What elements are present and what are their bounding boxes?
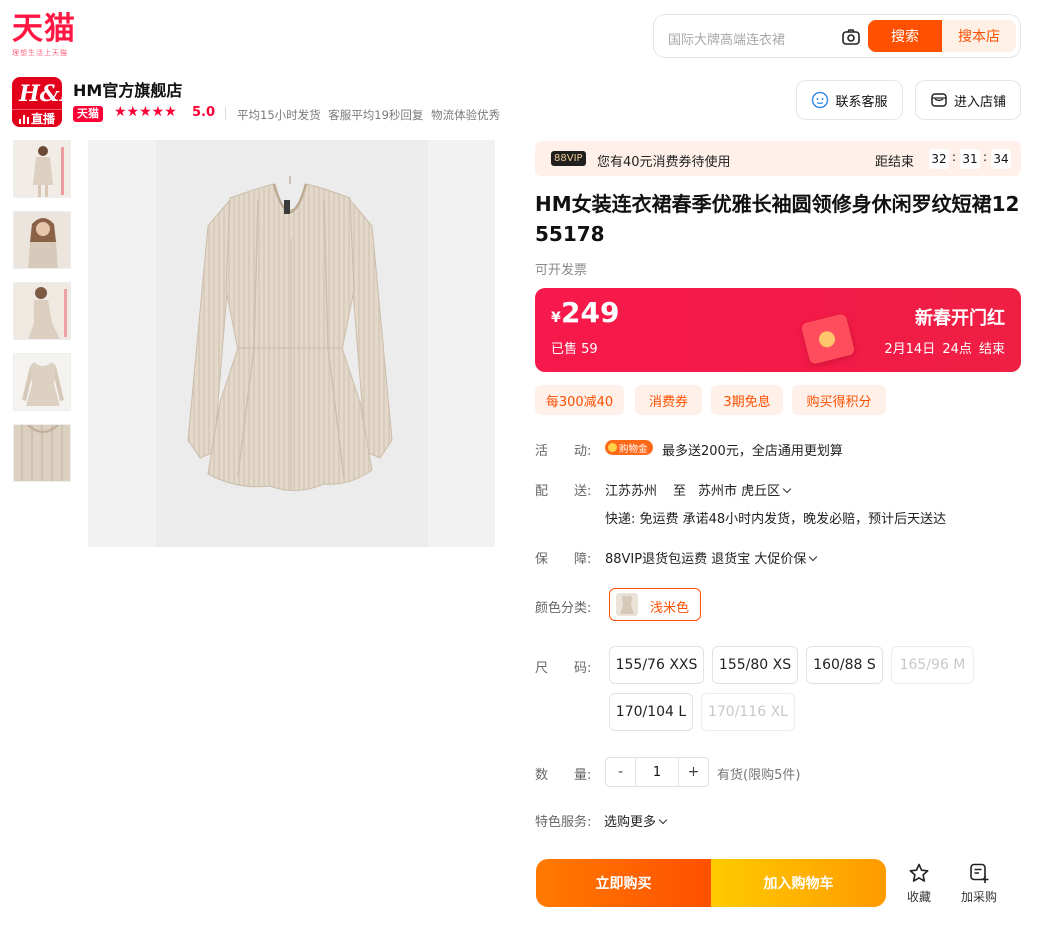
delivery-to: 苏州市 虎丘区 [698,484,781,499]
countdown-hours: 32 [929,149,949,169]
camera-icon[interactable] [841,27,861,47]
guarantee-text: 88VIP退货包运费 退货宝 大促价保 [605,552,807,567]
tmall-logo-text: 天猫 [12,11,76,47]
countdown-minutes: 31 [960,149,980,169]
special-service-selector[interactable]: 选购更多 [604,811,668,830]
shop-logo-text: H&M [19,81,62,107]
live-badge[interactable]: 直播 [12,109,62,127]
store-search-button[interactable]: 搜本店 [942,20,1016,52]
live-label: 直播 [30,112,55,126]
quantity-increase-button[interactable]: + [678,758,708,786]
coin-icon [608,443,617,452]
gift-money-label: 购物金 [619,443,648,455]
tmall-logo-slogan: 理想生活上天猫 [12,49,68,57]
size-label: 尺 码: [535,661,592,676]
special-service-label: 特色服务: [535,815,592,830]
quantity-stepper[interactable]: - 1 + [605,757,709,787]
gallery-thumbnail[interactable] [13,282,71,340]
shop-rating: 5.0 [192,105,216,120]
red-envelope-icon [800,313,856,365]
store-icon [931,93,947,107]
shop-name[interactable]: HM官方旗舰店 [73,77,182,101]
sold-count: 已售 59 [551,342,598,357]
delivery-to-word: 至 [673,484,687,499]
shop-stats: 平均15小时发货 客服平均19秒回复 物流体验优秀 [237,108,501,122]
color-option-label: 浅米色 [650,601,690,616]
activity-label: 活 动: [535,444,592,459]
chevron-down-icon [658,815,668,825]
color-label: 颜色分类: [535,601,592,616]
guarantee-label: 保 障: [535,552,592,567]
favorite-label: 收藏 [906,890,931,904]
search-input[interactable]: 国际大牌高端连衣裙 [668,29,785,48]
price-banner: ¥ 249 已售 59 新春开门红 2月14日 24点 结束 [535,288,1021,372]
vip-badge: 88VIP [551,151,586,166]
add-to-cart-button[interactable]: 加入购物车 [711,859,886,907]
size-option[interactable]: 155/80 XS [712,646,798,684]
activity-text: 最多送200元，全店通用更划算 [662,444,843,459]
price-currency: ¥ [551,310,561,326]
delivery-label: 配 送: [535,484,592,499]
add-purchase-label: 加采购 [960,890,997,904]
stock-status: 有货(限购5件) [717,768,801,783]
countdown-separator: : [983,150,988,164]
gallery-thumbnail[interactable] [13,140,71,198]
search-bar[interactable]: 国际大牌高端连衣裙 搜索 搜本店 [653,14,1021,58]
product-title: HM女装连衣裙春季优雅长袖圆领修身休闲罗纹短裙1255178 [535,192,1020,246]
color-swatch [616,593,638,616]
shop-logo[interactable]: H&M 直播 [12,77,62,127]
customer-service-icon [812,91,829,109]
purchase-list-icon [970,863,989,883]
promo-tag[interactable]: 消费券 [635,385,702,415]
customer-service-button[interactable]: 联系客服 [796,80,903,120]
promo-tag[interactable]: 购买得积分 [792,385,886,415]
chevron-down-icon [782,484,792,494]
delivery-from: 江苏苏州 [605,484,658,499]
tmall-tag: 天猫 [73,106,103,122]
favorite-button[interactable]: 收藏 [899,862,939,905]
chevron-down-icon [809,552,818,562]
promo-tag[interactable]: 每300减40 [535,385,624,415]
dress-image [187,176,393,491]
special-service-text: 选购更多 [604,815,657,830]
product-main-image[interactable] [88,140,495,547]
star-icon [909,863,929,882]
buy-now-button[interactable]: 立即购买 [536,859,711,907]
size-option-disabled: 170/116 XL [701,693,795,731]
size-option[interactable]: 160/88 S [806,646,883,684]
customer-service-label: 联系客服 [835,94,888,110]
price-value: 249 [561,296,620,329]
enter-store-label: 进入店铺 [953,94,1006,110]
search-button[interactable]: 搜索 [868,20,942,52]
quantity-decrease-button[interactable]: - [606,758,636,786]
countdown-seconds: 34 [991,149,1011,169]
promo-end-date: 2月14日 24点 结束 [884,342,1005,357]
tmall-logo[interactable]: 天猫 理想生活上天猫 [12,12,82,58]
gift-money-tag: 购物金 [605,440,653,455]
quantity-input[interactable]: 1 [636,758,678,786]
size-option-disabled: 165/96 M [891,646,974,684]
countdown-separator: : [952,150,957,164]
delivery-detail: 快递: 免运费 承诺48小时内发货，晚发必赔，预计后天送达 [605,512,947,527]
guarantee-selector[interactable]: 88VIP退货包运费 退货宝 大促价保 [605,548,818,567]
promo-title: 新春开门红 [915,308,1005,329]
size-option[interactable]: 155/76 XXS [609,646,704,684]
live-icon [18,114,29,124]
enter-store-button[interactable]: 进入店铺 [915,80,1021,120]
quantity-label: 数 量: [535,768,592,783]
rating-stars: ★★★★★ [114,104,177,120]
delivery-address-selector[interactable]: 苏州市 虎丘区 [698,480,792,499]
gallery-thumbnail[interactable] [13,353,71,411]
size-option[interactable]: 170/104 L [609,693,693,731]
promo-tag[interactable]: 3期免息 [711,385,783,415]
countdown-label: 距结束 [875,155,915,170]
vip-coupon-bar[interactable]: 88VIP 您有40元消费券待使用 距结束 32 : 31 : 34 [535,141,1021,176]
add-purchase-button[interactable]: 加采购 [959,862,999,905]
shop-divider [225,107,226,120]
color-option-selected[interactable]: 浅米色 [609,588,701,621]
gallery-thumbnail[interactable] [13,424,71,482]
vip-coupon-text: 您有40元消费券待使用 [597,155,731,170]
invoice-note: 可开发票 [535,263,588,278]
gallery-thumbnail[interactable] [13,211,71,269]
